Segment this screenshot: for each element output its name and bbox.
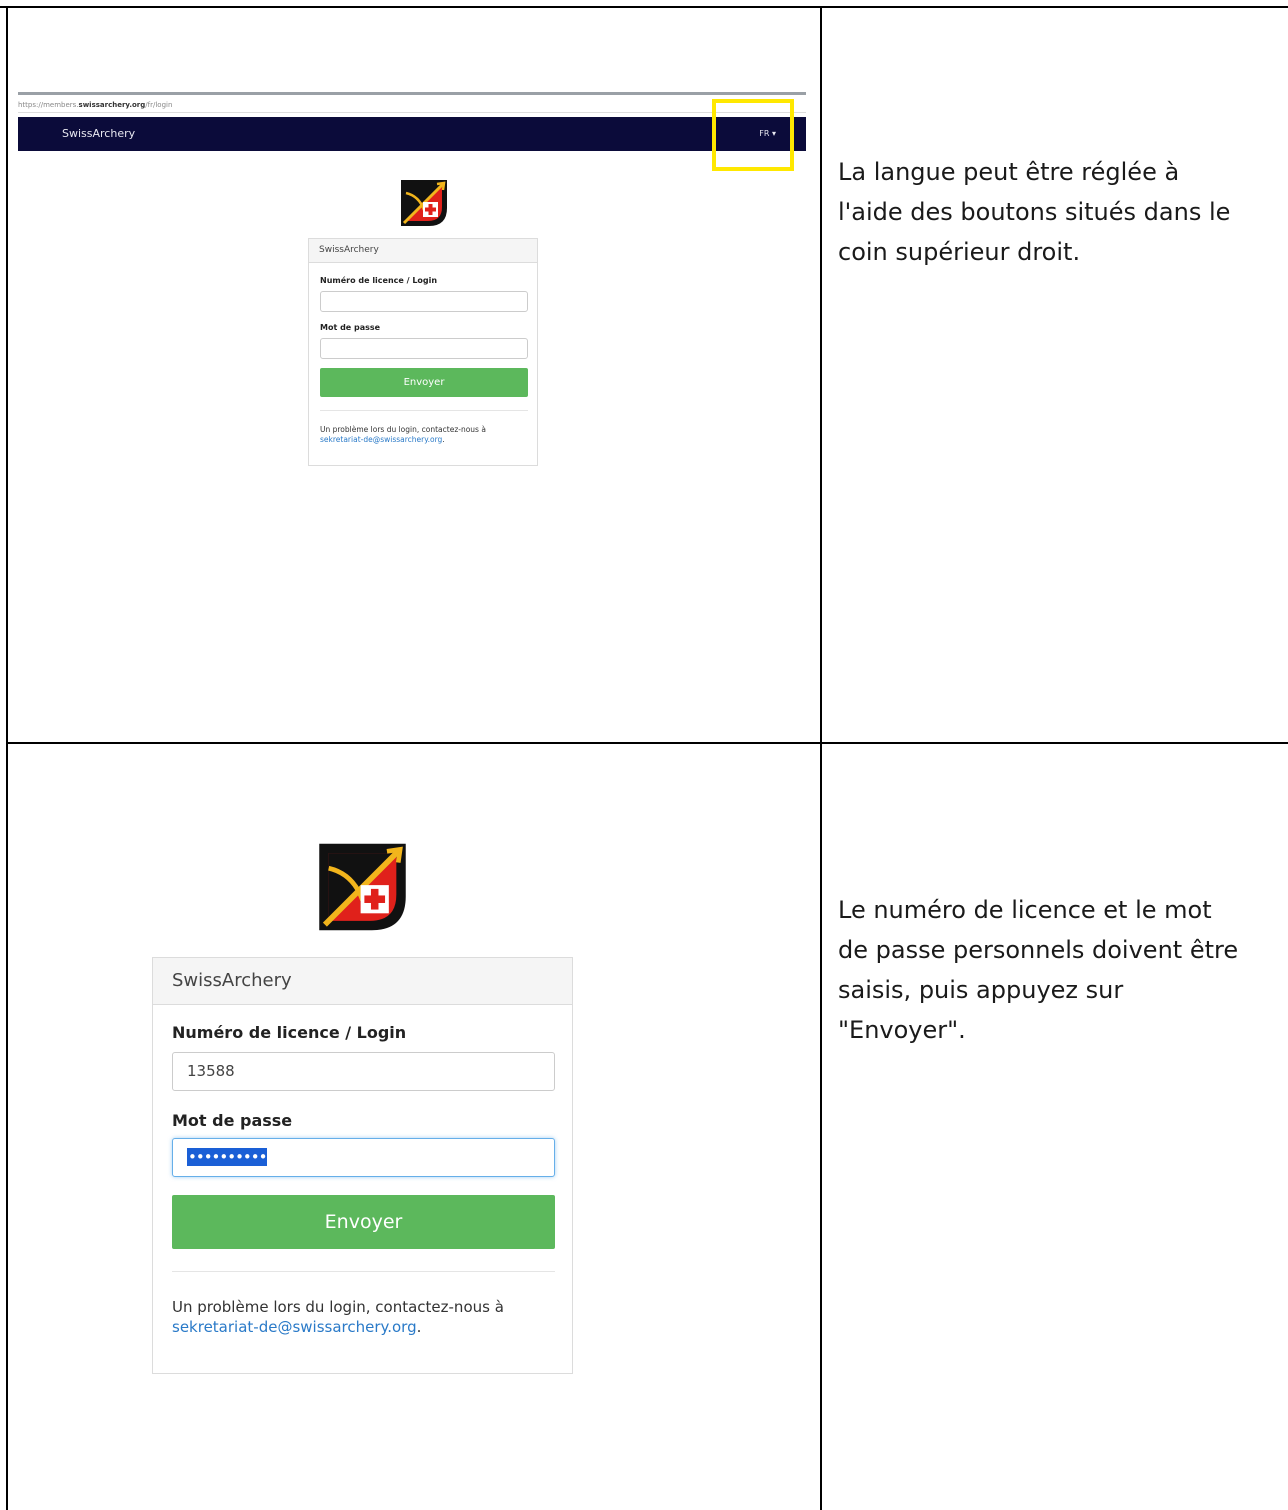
- swissarchery-logo: [398, 178, 450, 228]
- address-bar-divider: [18, 112, 806, 113]
- url-prefix: https://members.: [18, 101, 79, 109]
- login-panel-large: SwissArchery Numéro de licence / Login 1…: [152, 957, 573, 1374]
- support-email-link[interactable]: sekretariat-de@swissarchery.org: [172, 1318, 417, 1336]
- panel-divider: [172, 1271, 555, 1272]
- login-panel-header: SwissArchery: [309, 239, 537, 263]
- license-label: Numéro de licence / Login: [172, 1023, 407, 1042]
- top-navbar: SwissArchery FR ▾: [18, 117, 806, 151]
- url-path: /fr/login: [145, 101, 173, 109]
- table-border-row: [6, 742, 1288, 744]
- url-domain: swissarchery.org: [78, 101, 146, 109]
- panel-divider: [320, 410, 528, 411]
- license-input[interactable]: [320, 291, 528, 312]
- table-border-middle: [820, 6, 822, 1510]
- help-message: Un problème lors du login, contactez-nou…: [320, 425, 486, 434]
- license-label: Numéro de licence / Login: [320, 276, 438, 285]
- login-panel-header: SwissArchery: [153, 958, 572, 1005]
- password-label: Mot de passe: [320, 323, 381, 332]
- swissarchery-logo-large: [315, 840, 410, 934]
- submit-button[interactable]: Envoyer: [320, 368, 528, 397]
- screenshot-login-page: https://members.swissarchery.org/fr/logi…: [18, 92, 806, 472]
- help-message: Un problème lors du login, contactez-nou…: [172, 1298, 504, 1316]
- password-input[interactable]: [320, 338, 528, 359]
- caption-line: La langue peut être réglée à: [838, 158, 1180, 186]
- caption-line: de passe personnels doivent être: [838, 936, 1239, 964]
- address-bar[interactable]: https://members.swissarchery.org/fr/logi…: [18, 97, 172, 113]
- login-panel: SwissArchery Numéro de licence / Login M…: [308, 238, 538, 466]
- help-text: Un problème lors du login, contactez-nou…: [172, 1297, 562, 1337]
- help-period: .: [416, 1318, 422, 1336]
- navbar-brand[interactable]: SwissArchery: [62, 117, 135, 151]
- caption-step-1: La langue peut être réglée à l'aide des …: [838, 152, 1278, 272]
- help-text: Un problème lors du login, contactez-nou…: [320, 425, 532, 445]
- language-highlight-box: [712, 99, 794, 171]
- logo-shield-icon: [319, 843, 406, 931]
- help-period: .: [442, 435, 445, 444]
- support-email-link[interactable]: sekretariat-de@swissarchery.org: [320, 435, 442, 444]
- browser-edge: [18, 92, 806, 95]
- password-label: Mot de passe: [172, 1111, 293, 1130]
- caption-line: Le numéro de licence et le mot: [838, 896, 1212, 924]
- caption-line: "Envoyer".: [838, 1016, 966, 1044]
- submit-button[interactable]: Envoyer: [172, 1195, 555, 1249]
- caption-line: l'aide des boutons situés dans le: [838, 198, 1231, 226]
- logo-shield-icon: [401, 180, 447, 226]
- table-border-top: [0, 6, 1288, 8]
- caption-line: saisis, puis appuyez sur: [838, 976, 1124, 1004]
- password-masked-value: ••••••••••: [187, 1148, 267, 1166]
- caption-step-2: Le numéro de licence et le mot de passe …: [838, 890, 1283, 1050]
- caption-line: coin supérieur droit.: [838, 238, 1081, 266]
- instruction-table: https://members.swissarchery.org/fr/logi…: [0, 0, 1288, 1510]
- license-input[interactable]: 13588: [172, 1052, 555, 1091]
- password-input[interactable]: ••••••••••: [172, 1138, 555, 1177]
- table-border-left: [6, 6, 8, 1510]
